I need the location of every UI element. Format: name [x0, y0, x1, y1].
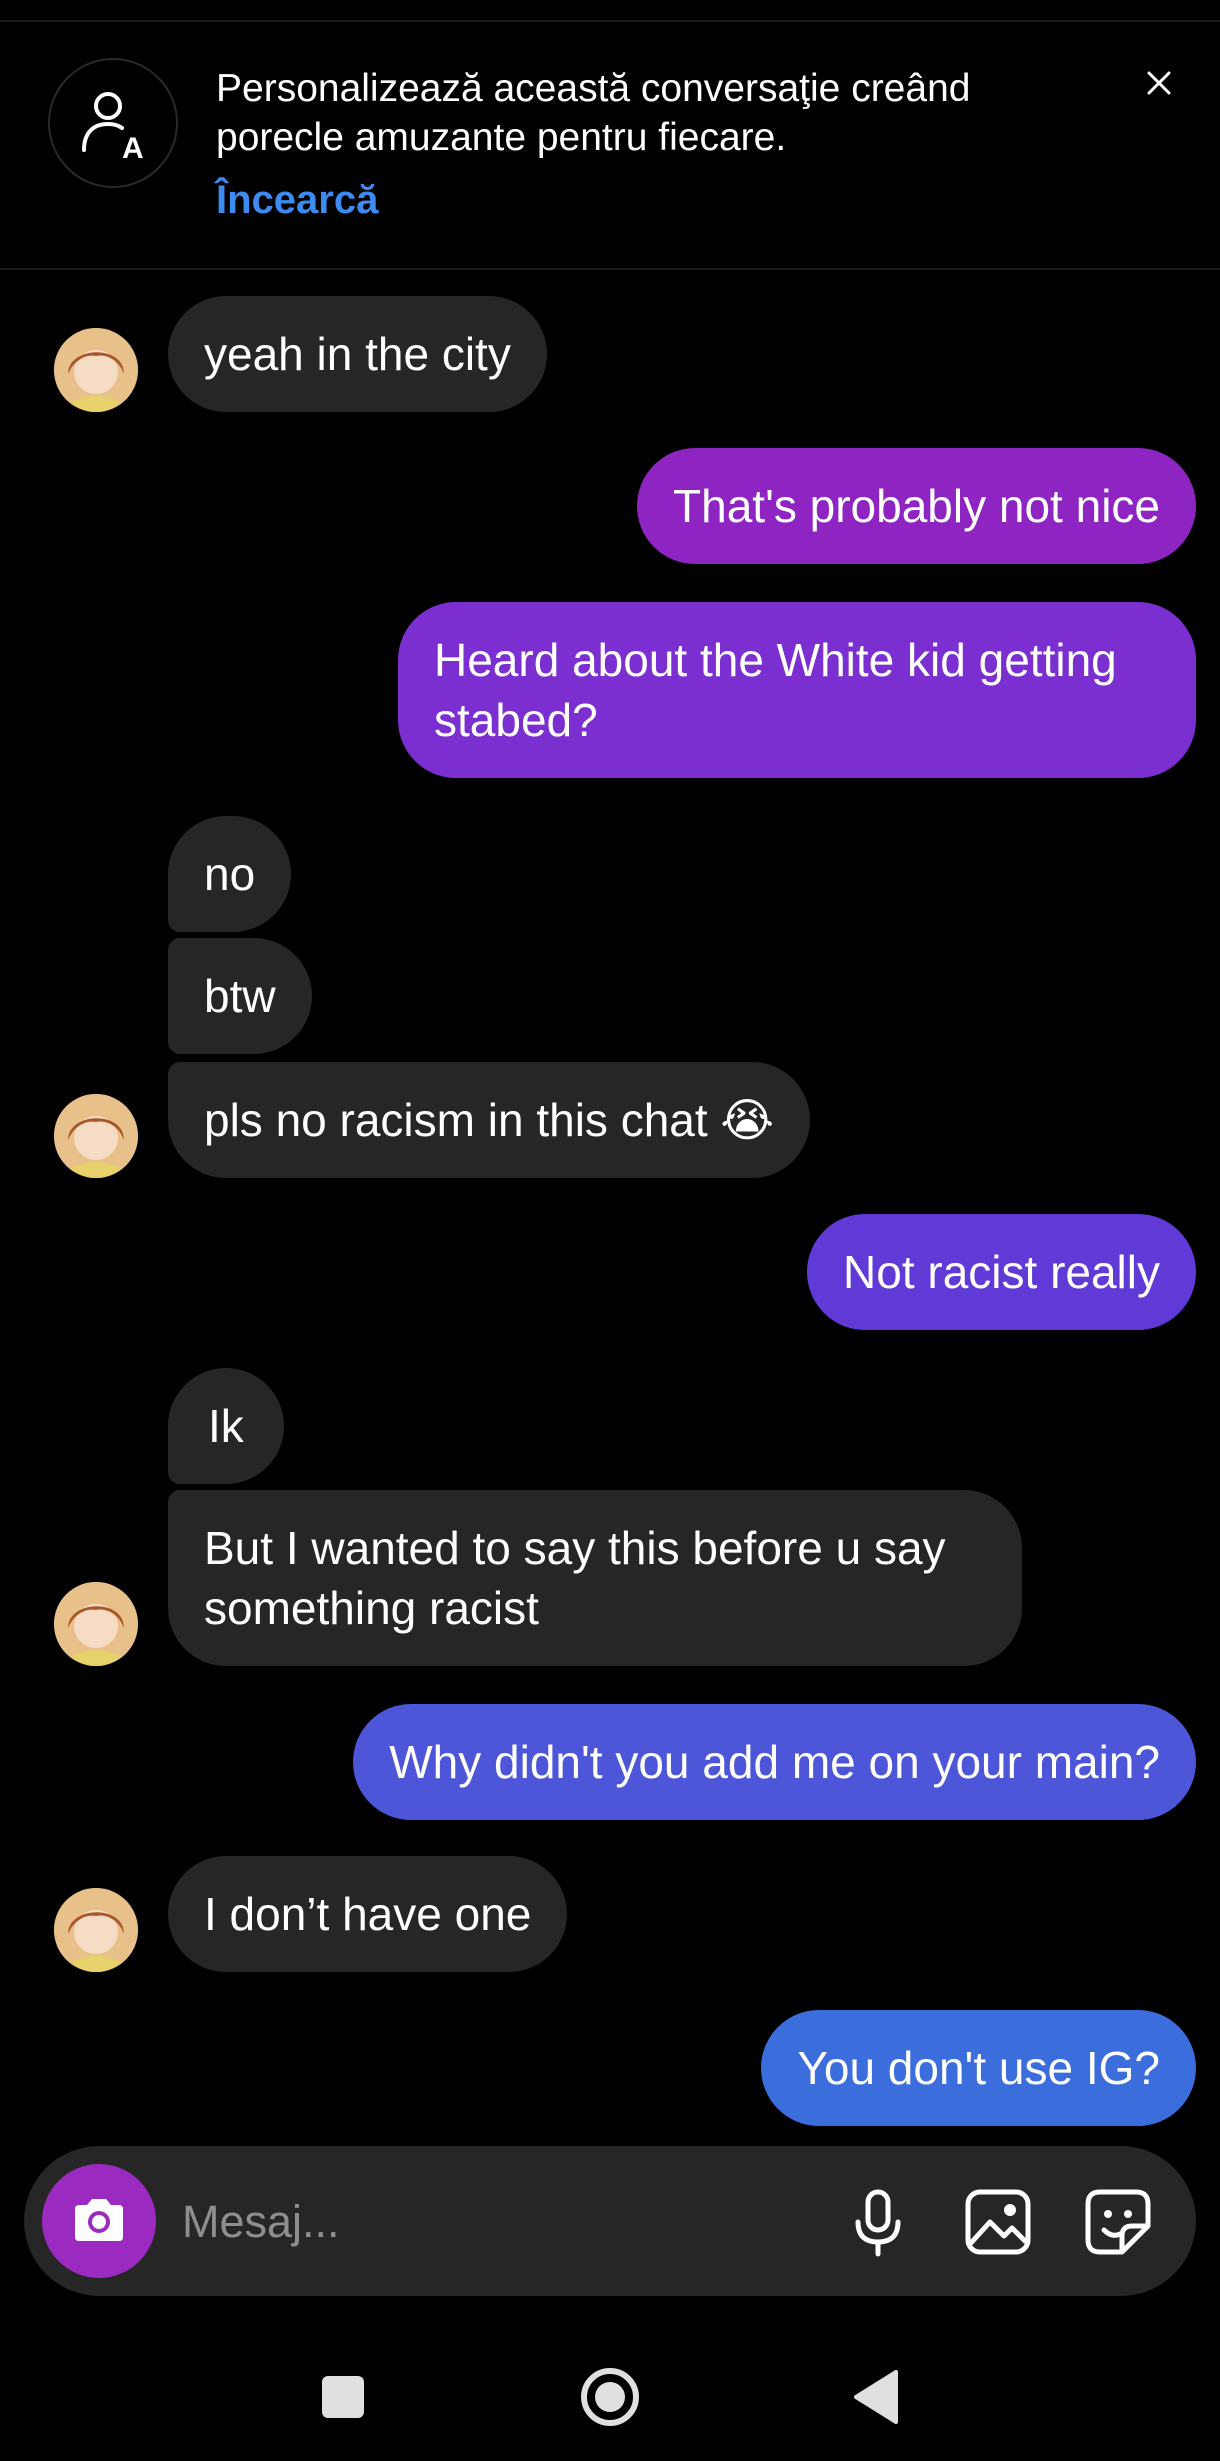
banner-divider [0, 268, 1220, 270]
contact-avatar[interactable] [54, 1094, 138, 1178]
nickname-suggestion-banner: A Personalizează această conversaţie cre… [0, 22, 1220, 268]
message-input[interactable] [180, 2190, 744, 2254]
microphone-icon[interactable] [838, 2182, 918, 2262]
message-incoming[interactable]: btw [168, 938, 312, 1054]
try-link[interactable]: Încearcă [216, 178, 378, 223]
banner-text: Personalizează această conversaţie creân… [216, 67, 971, 159]
sticker-icon[interactable] [1078, 2182, 1158, 2262]
gallery-icon[interactable] [958, 2182, 1038, 2262]
message-incoming[interactable]: pls no racism in this chat 😭 [168, 1062, 811, 1178]
message-incoming[interactable]: But I wanted to say this before u say so… [168, 1490, 1022, 1666]
message-outgoing[interactable]: Heard about the White kid getting stabed… [398, 602, 1196, 778]
home-circle-icon[interactable] [575, 2362, 645, 2432]
contact-avatar[interactable] [54, 328, 138, 412]
message-composer [24, 2146, 1196, 2296]
back-triangle-icon[interactable] [842, 2362, 912, 2432]
close-icon[interactable] [1138, 62, 1180, 104]
recents-square-icon[interactable] [308, 2362, 378, 2432]
system-navigation-bar [0, 2330, 1220, 2461]
contact-avatar[interactable] [54, 1582, 138, 1666]
contact-avatar[interactable] [54, 1888, 138, 1972]
svg-text:A: A [122, 132, 144, 162]
message-outgoing[interactable]: Why didn't you add me on your main? [353, 1704, 1196, 1820]
message-outgoing[interactable]: That's probably not nice [637, 448, 1196, 564]
person-a-icon: A [48, 58, 178, 188]
message-incoming[interactable]: no [168, 816, 292, 932]
message-outgoing[interactable]: Not racist really [807, 1214, 1196, 1330]
message-outgoing[interactable]: You don't use IG? [761, 2010, 1196, 2126]
camera-icon[interactable] [42, 2164, 156, 2278]
message-incoming[interactable]: Ik [168, 1368, 284, 1484]
message-incoming[interactable]: I don’t have one [168, 1856, 568, 1972]
message-incoming[interactable]: yeah in the city [168, 296, 547, 412]
